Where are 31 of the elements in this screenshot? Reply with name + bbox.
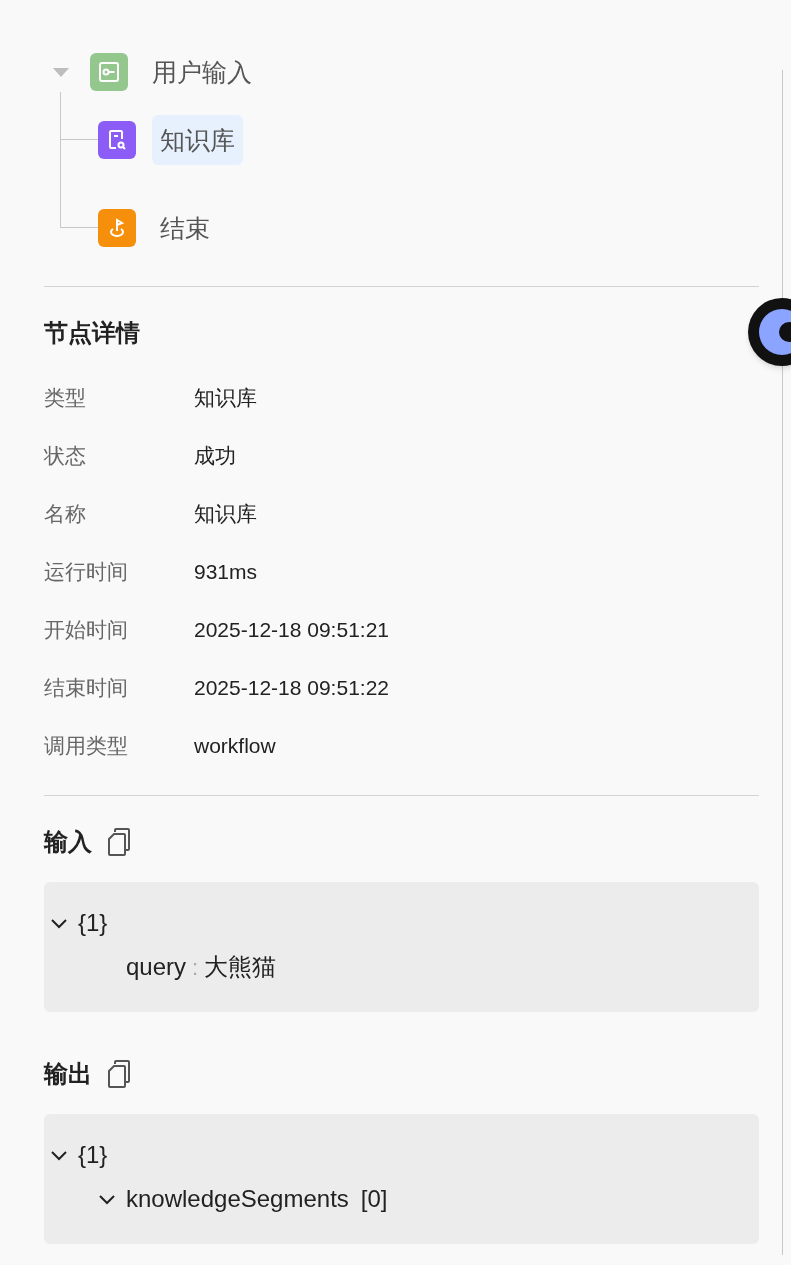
section-title: 节点详情 <box>44 318 141 348</box>
detail-value: 2025-12-18 09:51:22 <box>194 675 389 702</box>
json-key: query <box>126 949 187 985</box>
object-summary: {1} <box>78 1140 108 1170</box>
detail-value: 931ms <box>194 559 258 586</box>
key-separator: : <box>192 953 199 982</box>
copy-icon[interactable] <box>106 827 132 857</box>
key-icon <box>98 61 120 83</box>
detail-value: 2025-12-18 09:51:21 <box>194 617 389 644</box>
detail-value: 知识库 <box>194 385 257 412</box>
detail-label: 状态 <box>44 443 87 470</box>
detail-label: 结束时间 <box>44 675 129 702</box>
detail-label: 运行时间 <box>44 559 129 586</box>
detail-value: workflow <box>194 733 276 760</box>
array-summary: [0] <box>360 1184 388 1214</box>
detail-label: 开始时间 <box>44 617 129 644</box>
json-value: 大熊猫 <box>204 952 277 982</box>
detail-label: 类型 <box>44 385 87 412</box>
copy-icon[interactable] <box>106 1059 132 1089</box>
detail-label: 调用类型 <box>44 733 129 760</box>
section-title: 输入 <box>44 827 92 857</box>
object-summary: {1} <box>78 908 108 938</box>
document-search-icon <box>107 129 127 151</box>
section-title: 输出 <box>44 1059 92 1089</box>
json-key: knowledgeSegments <box>126 1181 349 1217</box>
detail-value: 成功 <box>194 443 236 470</box>
flow-node-label[interactable]: 结束 <box>152 203 218 253</box>
flow-node-label[interactable]: 用户输入 <box>144 47 260 97</box>
flow-node-label[interactable]: 知识库 <box>152 115 243 165</box>
detail-value: 知识库 <box>194 501 257 528</box>
detail-label: 名称 <box>44 501 87 528</box>
